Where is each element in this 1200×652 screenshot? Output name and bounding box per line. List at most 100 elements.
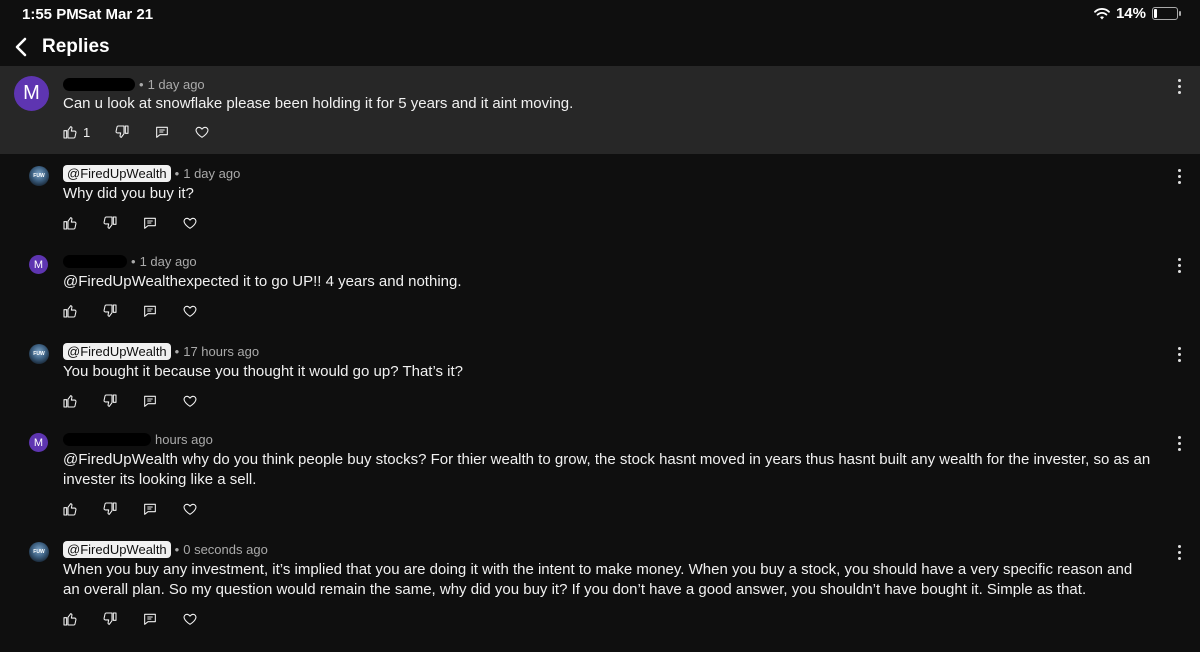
status-date: Sat Mar 21 [78, 6, 154, 23]
avatar[interactable]: FUW [29, 542, 49, 562]
more-options-button[interactable] [1172, 433, 1186, 453]
thumbs-down-icon [102, 303, 118, 319]
thumbs-down-icon [102, 393, 118, 409]
heart-icon [182, 215, 198, 231]
header: Replies [0, 30, 1200, 64]
comment-actions [62, 215, 222, 231]
avatar[interactable]: M [29, 433, 48, 452]
heart-button[interactable] [194, 124, 210, 140]
thumbs-up-icon [62, 501, 78, 517]
reply-icon [154, 124, 170, 140]
more-options-button[interactable] [1172, 255, 1186, 275]
meta-separator: • [174, 344, 180, 359]
reply-button[interactable] [154, 124, 170, 140]
reply-icon [142, 611, 158, 627]
reply-icon [142, 393, 158, 409]
reply-icon [142, 501, 158, 517]
thumbs-up-icon [62, 611, 78, 627]
redacted-author [63, 433, 151, 446]
comment-thread-top: M • 1 day ago Can u look at snowflake pl… [0, 66, 1200, 154]
comment-meta: @FiredUpWealth • 17 hours ago [63, 343, 259, 360]
comment-actions [62, 501, 222, 517]
comment-actions: 1 [62, 124, 234, 140]
wealth-logo-icon: FUW [33, 549, 45, 555]
comment-meta: • 1 day ago [63, 254, 197, 269]
thumbs-up-icon [62, 393, 78, 409]
heart-button[interactable] [182, 611, 198, 627]
dislike-button[interactable] [102, 393, 118, 409]
comment-time[interactable]: 1 day ago [140, 254, 197, 269]
heart-button[interactable] [182, 501, 198, 517]
thumbs-down-icon [114, 124, 130, 140]
thumbs-down-icon [102, 501, 118, 517]
dislike-button[interactable] [102, 215, 118, 231]
comment-text: Can u look at snowflake please been hold… [63, 95, 574, 112]
like-button[interactable]: 1 [62, 124, 90, 140]
more-options-button[interactable] [1172, 344, 1186, 364]
more-options-button[interactable] [1172, 542, 1186, 562]
reply-icon [142, 215, 158, 231]
reply-item: M • 1 day ago @FiredUpWealthexpected it … [0, 247, 1200, 333]
reply-button[interactable] [142, 303, 158, 319]
dislike-button[interactable] [114, 124, 130, 140]
meta-separator: • [139, 77, 144, 92]
wifi-icon [1094, 8, 1110, 20]
comment-actions [62, 393, 222, 409]
dislike-button[interactable] [102, 611, 118, 627]
reply-item: FUW @FiredUpWealth • 0 seconds ago When … [0, 534, 1200, 650]
more-options-button[interactable] [1172, 166, 1186, 186]
page-title: Replies [42, 36, 110, 57]
dislike-button[interactable] [102, 303, 118, 319]
like-button[interactable] [62, 303, 78, 319]
comment-time[interactable]: hours ago [155, 432, 213, 447]
comment-time[interactable]: 17 hours ago [183, 344, 259, 359]
reply-button[interactable] [142, 393, 158, 409]
author-handle[interactable]: @FiredUpWealth [63, 541, 171, 558]
comment-meta: @FiredUpWealth • 0 seconds ago [63, 541, 268, 558]
reply-button[interactable] [142, 611, 158, 627]
reply-icon [142, 303, 158, 319]
more-options-button[interactable] [1172, 76, 1186, 96]
battery-icon [1152, 7, 1181, 20]
dislike-button[interactable] [102, 501, 118, 517]
heart-button[interactable] [182, 393, 198, 409]
author-handle[interactable]: @FiredUpWealth [63, 343, 171, 360]
heart-icon [182, 611, 198, 627]
heart-button[interactable] [182, 303, 198, 319]
meta-separator: • [174, 166, 180, 181]
reply-button[interactable] [142, 501, 158, 517]
avatar[interactable]: M [14, 76, 49, 111]
like-button[interactable] [62, 611, 78, 627]
back-button[interactable] [10, 34, 34, 60]
comment-meta: @FiredUpWealth • 1 day ago [63, 165, 240, 182]
comment-text: You bought it because you thought it wou… [63, 363, 464, 380]
like-count: 1 [83, 124, 91, 140]
thumbs-up-icon [62, 124, 78, 140]
thumbs-up-icon [62, 215, 78, 231]
chevron-left-icon [15, 37, 27, 57]
avatar[interactable]: FUW [29, 166, 49, 186]
heart-icon [194, 124, 210, 140]
like-button[interactable] [62, 501, 78, 517]
reply-item: FUW @FiredUpWealth • 17 hours ago You bo… [0, 336, 1200, 422]
heart-button[interactable] [182, 215, 198, 231]
comment-actions [62, 303, 222, 319]
comment-text: @FiredUpWealth why do you think people b… [63, 451, 1151, 488]
avatar[interactable]: FUW [29, 344, 49, 364]
comment-time[interactable]: 0 seconds ago [183, 542, 268, 557]
like-button[interactable] [62, 215, 78, 231]
reply-button[interactable] [142, 215, 158, 231]
battery-fill [1154, 9, 1157, 18]
comment-text: When you buy any investment, it’s implie… [63, 561, 1133, 598]
comment-time[interactable]: 1 day ago [183, 166, 240, 181]
thumbs-up-icon [62, 303, 78, 319]
author-handle[interactable]: @FiredUpWealth [63, 165, 171, 182]
battery-percent: 14% [1115, 5, 1146, 22]
avatar[interactable]: M [29, 255, 48, 274]
thumbs-down-icon [102, 215, 118, 231]
wealth-logo-icon: FUW [33, 173, 45, 179]
comment-time[interactable]: 1 day ago [148, 77, 205, 92]
like-button[interactable] [62, 393, 78, 409]
status-time: 1:55 PM [22, 6, 79, 23]
thumbs-down-icon [102, 611, 118, 627]
